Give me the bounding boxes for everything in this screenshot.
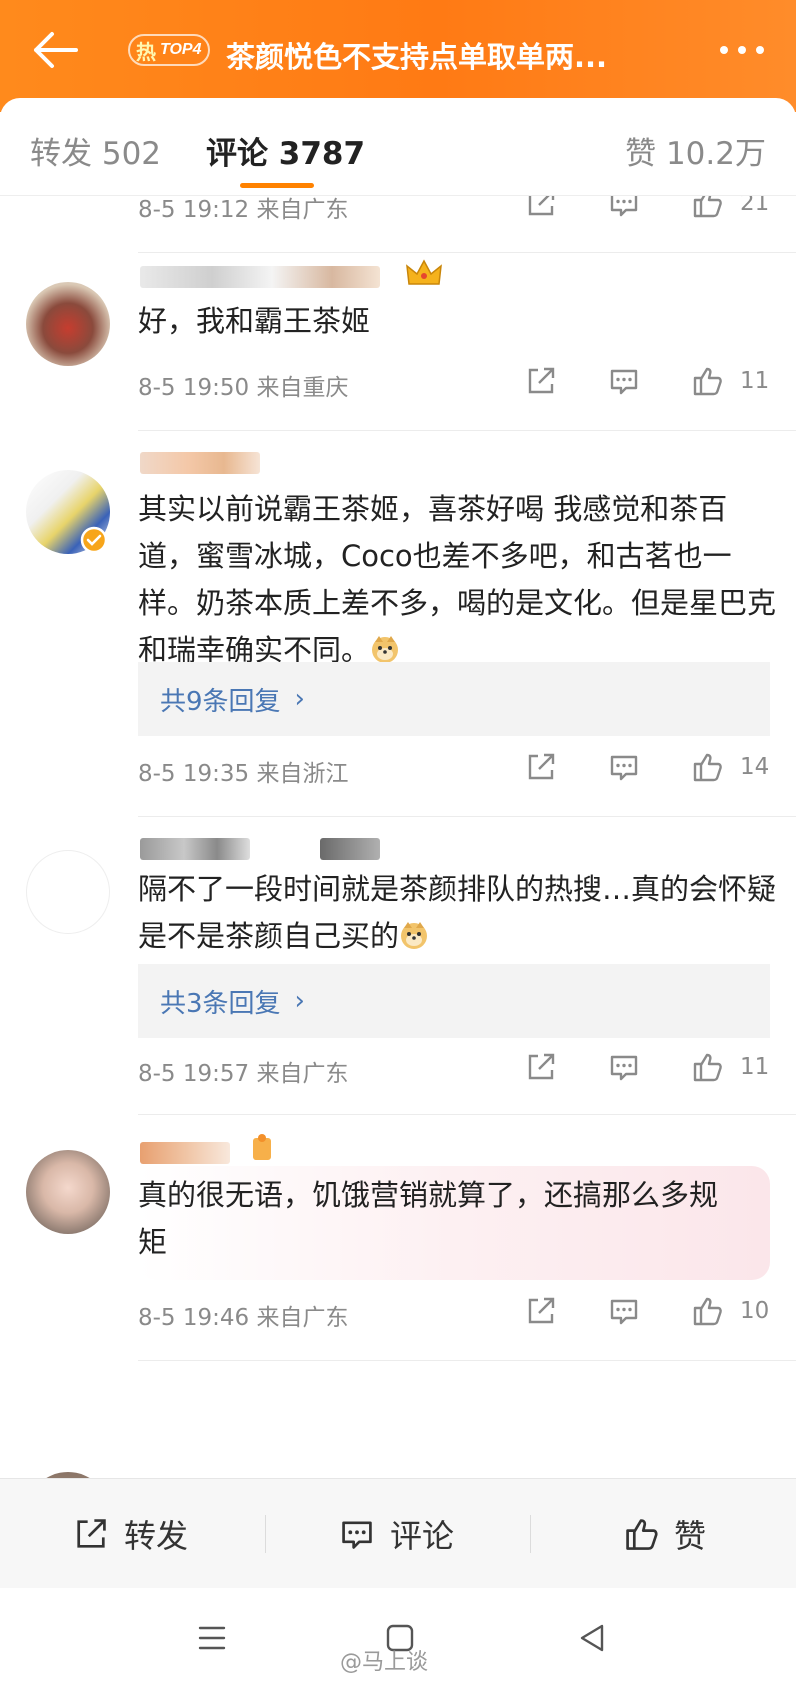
like-label: 赞 bbox=[674, 1517, 707, 1555]
chevron-right-icon: › bbox=[294, 684, 305, 714]
share-icon[interactable] bbox=[524, 364, 558, 398]
avatar[interactable] bbox=[26, 1150, 110, 1234]
comment-meta-row: 8-5 19:50 来自重庆 11 bbox=[0, 362, 796, 402]
separator bbox=[530, 1515, 531, 1553]
share-icon[interactable] bbox=[524, 1050, 558, 1084]
bottom-action-bar: 转发 评论 赞 bbox=[0, 1478, 796, 1588]
like-count: 21 bbox=[740, 196, 770, 216]
top-header: 热 TOP4 茶颜悦色不支持点单取单两... bbox=[0, 0, 796, 112]
divider bbox=[138, 1360, 796, 1361]
watermark: @马上谈 bbox=[340, 1650, 429, 1675]
thumbs-up-icon[interactable] bbox=[690, 364, 724, 398]
hot-badge-rank: TOP4 bbox=[160, 41, 202, 58]
comment-label: 评论 bbox=[390, 1517, 455, 1555]
verified-badge-icon bbox=[80, 526, 108, 554]
thumbs-up-icon[interactable] bbox=[690, 1294, 724, 1328]
divider bbox=[138, 1114, 796, 1115]
comment-text-body: 其实以前说霸王茶姬，喜茶好喝 我感觉和茶百道，蜜雪冰城，Coco也差不多吧，和古… bbox=[138, 492, 777, 667]
username-blurred[interactable] bbox=[140, 1142, 230, 1164]
comment-icon[interactable] bbox=[607, 196, 641, 220]
like-count: 11 bbox=[740, 1054, 770, 1080]
reply-count: 共9条回复 bbox=[160, 686, 281, 717]
comment-button[interactable]: 评论 bbox=[338, 1479, 454, 1589]
active-tab-indicator bbox=[240, 183, 314, 188]
thumbs-up-icon[interactable] bbox=[690, 1050, 724, 1084]
comment-meta: 8-5 19:35 来自浙江 bbox=[138, 761, 349, 787]
share-icon[interactable] bbox=[524, 196, 558, 220]
comment-meta: 8-5 19:46 来自广东 bbox=[138, 1305, 349, 1331]
crown-icon bbox=[406, 259, 442, 285]
back-icon[interactable] bbox=[572, 1618, 612, 1658]
avatar[interactable] bbox=[26, 850, 110, 934]
share-icon bbox=[77, 1519, 106, 1548]
comment-meta-row: 8-5 19:57 来自广东 11 bbox=[0, 1048, 796, 1088]
separator bbox=[265, 1515, 266, 1553]
repost-button[interactable]: 转发 bbox=[72, 1479, 188, 1589]
username-blurred[interactable] bbox=[140, 266, 380, 288]
like-button[interactable]: 赞 bbox=[622, 1479, 706, 1589]
comment-meta-row: 8-5 19:35 来自浙江 14 bbox=[0, 748, 796, 788]
hot-search-badge[interactable]: 热 TOP4 bbox=[128, 34, 210, 66]
comment-text: 隔不了一段时间就是茶颜排队的热搜…真的会怀疑是不是茶颜自己买的 bbox=[138, 866, 778, 960]
comment-icon bbox=[342, 1521, 372, 1549]
reply-expander[interactable]: 共9条回复 › bbox=[138, 662, 770, 736]
reply-expander[interactable]: 共3条回复 › bbox=[138, 964, 770, 1038]
like-count: 11 bbox=[740, 368, 770, 394]
share-icon[interactable] bbox=[524, 750, 558, 784]
thumbs-up-icon[interactable] bbox=[690, 750, 724, 784]
comment-meta: 8-5 19:57 来自广东 bbox=[138, 1061, 349, 1087]
thumbs-up-icon[interactable] bbox=[690, 196, 724, 220]
comment-text: 真的很无语，饥饿营销就算了，还搞那么多规矩 bbox=[138, 1178, 719, 1259]
page-title: 茶颜悦色不支持点单取单两... bbox=[226, 40, 608, 74]
tab-comment[interactable]: 评论 3787 bbox=[206, 128, 365, 173]
share-icon[interactable] bbox=[524, 1294, 558, 1328]
username-blurred[interactable] bbox=[140, 452, 260, 474]
comment-icon[interactable] bbox=[607, 364, 641, 398]
like-count: 10 bbox=[740, 1298, 770, 1324]
comment-meta-row: 8-5 19:12 来自广东 21 bbox=[0, 196, 796, 224]
reply-count: 共3条回复 bbox=[160, 988, 281, 1019]
comment-icon[interactable] bbox=[607, 750, 641, 784]
menu-icon[interactable] bbox=[192, 1618, 232, 1658]
comment-meta: 8-5 19:50 来自重庆 bbox=[138, 375, 349, 401]
chevron-right-icon: › bbox=[294, 986, 305, 1016]
badge-icon bbox=[253, 1134, 271, 1160]
more-icon[interactable] bbox=[716, 38, 768, 62]
tab-repost[interactable]: 转发 502 bbox=[30, 128, 161, 173]
divider bbox=[138, 816, 796, 817]
divider bbox=[138, 252, 796, 253]
avatar[interactable] bbox=[26, 282, 110, 366]
username-blurred[interactable] bbox=[140, 838, 250, 860]
comment-feed[interactable]: 8-5 19:12 来自广东 21 好，我和霸王茶姬 8-5 19:50 来自重… bbox=[0, 196, 796, 1478]
doge-emoji-icon bbox=[401, 922, 428, 949]
username-blurred bbox=[320, 838, 380, 860]
comment-icon[interactable] bbox=[607, 1050, 641, 1084]
comment-text: 其实以前说霸王茶姬，喜茶好喝 我感觉和茶百道，蜜雪冰城，Coco也差不多吧，和古… bbox=[138, 486, 778, 674]
repost-label: 转发 bbox=[124, 1517, 189, 1555]
comment-text-body: 隔不了一段时间就是茶颜排队的热搜…真的会怀疑是不是茶颜自己买的 bbox=[138, 872, 777, 953]
doge-emoji-icon bbox=[372, 636, 399, 663]
hot-badge-char: 热 bbox=[136, 39, 156, 64]
comment-meta: 8-5 19:12 来自广东 bbox=[138, 197, 349, 223]
back-arrow-icon[interactable] bbox=[30, 30, 80, 70]
comment-meta-row: 8-5 19:46 来自广东 10 bbox=[0, 1292, 796, 1332]
tab-bar: 转发 502 评论 3787 赞 10.2万 bbox=[0, 98, 796, 196]
thumbs-up-icon bbox=[626, 1519, 658, 1550]
comment-text: 好，我和霸王茶姬 bbox=[138, 304, 371, 338]
like-count: 14 bbox=[740, 754, 770, 780]
tab-like[interactable]: 赞 10.2万 bbox=[625, 128, 766, 173]
divider bbox=[138, 430, 796, 431]
system-nav-bar: @马上谈 bbox=[0, 1588, 796, 1687]
comment-icon[interactable] bbox=[607, 1294, 641, 1328]
